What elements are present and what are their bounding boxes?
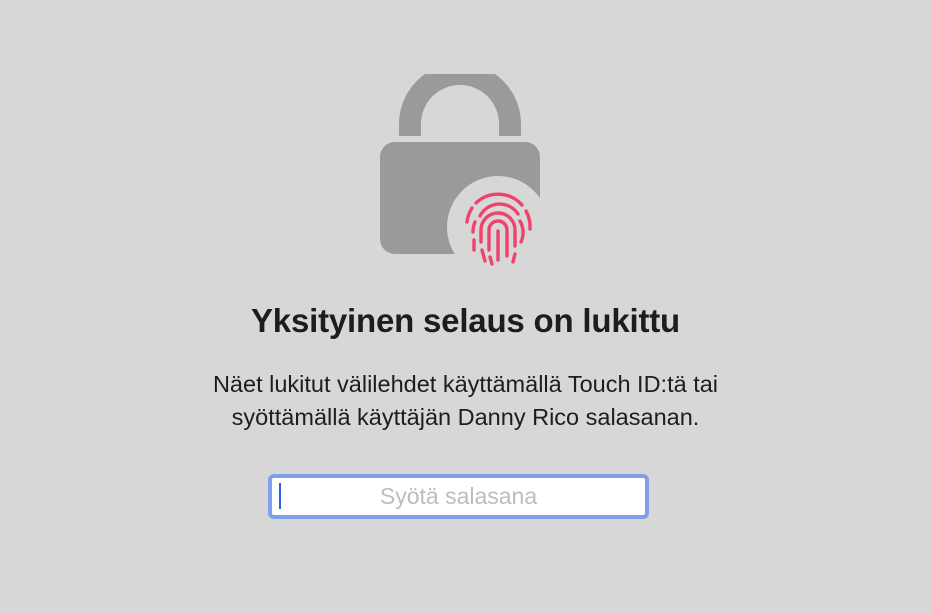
page-title: Yksityinen selaus on lukittu xyxy=(250,302,680,339)
password-input[interactable] xyxy=(268,474,649,519)
instructions-line-1: Näet lukitut välilehdet käyttämällä Touc… xyxy=(212,371,719,397)
instructions-line-2: syöttämällä käyttäjän Danny Rico salasan… xyxy=(231,404,700,430)
unlock-instructions: Näet lukitut välilehdet käyttämällä Touc… xyxy=(0,368,931,434)
lock-icon xyxy=(378,74,548,274)
text-caret xyxy=(279,483,281,509)
